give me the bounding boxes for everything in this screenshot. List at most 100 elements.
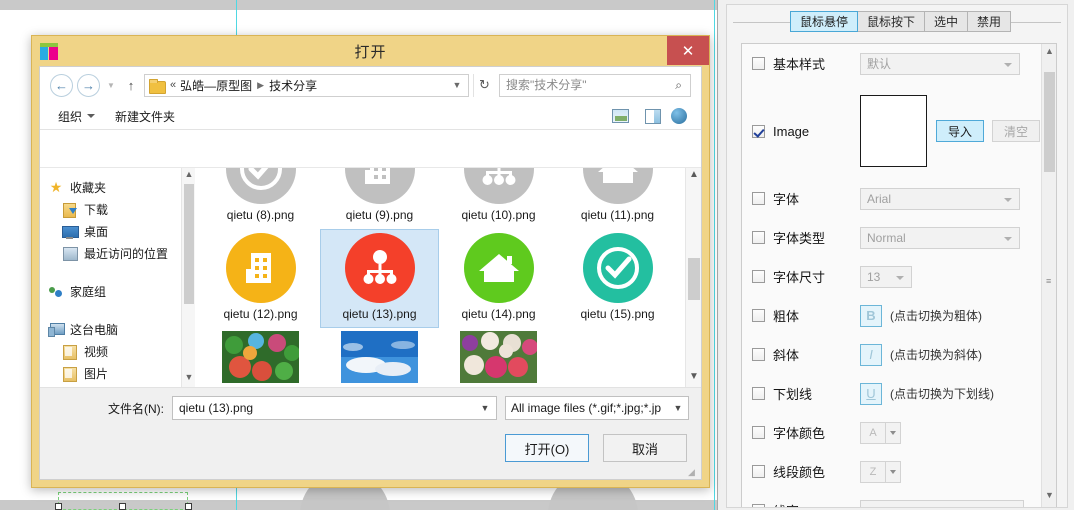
file-item[interactable]: qietu (15).png	[558, 229, 677, 328]
tab-pressed[interactable]: 鼠标按下	[857, 11, 926, 32]
address-dropdown-icon[interactable]: ▼	[448, 80, 466, 90]
property-row-font-size[interactable]: 字体尺寸 13	[742, 257, 1040, 296]
back-button[interactable]: ←	[50, 73, 73, 97]
file-item[interactable]	[320, 328, 439, 387]
scrollbar-thumb[interactable]	[184, 184, 194, 304]
sidebar-item-videos[interactable]: 视频	[46, 340, 195, 362]
organize-menu-button[interactable]: 组织	[48, 108, 105, 125]
checkbox-font-color[interactable]	[752, 426, 765, 439]
scrollbar-thumb[interactable]	[1044, 72, 1055, 172]
filename-input[interactable]: qietu (13).png ▼	[172, 396, 497, 420]
checkbox-line-width[interactable]	[752, 504, 765, 507]
filetype-select[interactable]: All image files (*.gif;*.jpg;*.jp ▼	[505, 396, 689, 420]
underline-toggle-button[interactable]: U	[860, 382, 882, 405]
open-button[interactable]: 打开(O)	[505, 434, 589, 462]
search-input[interactable]	[504, 77, 672, 93]
chevron-down-icon[interactable]: ▼	[670, 403, 686, 413]
checkbox-line-color[interactable]	[752, 465, 765, 478]
font-color-button[interactable]: A	[860, 421, 886, 444]
sidebar-scrollbar[interactable]: ▲ ▼	[181, 168, 195, 387]
checkbox-image[interactable]	[752, 124, 765, 138]
checkbox-underline[interactable]	[752, 387, 765, 400]
file-item[interactable]: qietu (14).png	[439, 229, 558, 328]
change-view-icon[interactable]	[612, 109, 629, 123]
breadcrumb-overflow-icon[interactable]: «	[169, 79, 180, 91]
selection-handle[interactable]	[185, 503, 192, 510]
scroll-up-icon[interactable]: ▲	[182, 169, 195, 183]
select-font-style[interactable]: Normal	[860, 226, 1020, 249]
checkbox-font-style[interactable]	[752, 231, 765, 244]
scroll-down-icon[interactable]: ▼	[182, 372, 195, 386]
new-folder-button[interactable]: 新建文件夹	[105, 108, 185, 125]
file-grid-scrollbar[interactable]: ▲ ▼	[685, 168, 701, 387]
file-item-selected[interactable]: qietu (13).png	[320, 229, 439, 328]
select-base-style[interactable]: 默认	[860, 52, 1020, 75]
vertical-guide[interactable]	[714, 0, 715, 510]
sidebar-item-desktop[interactable]: 桌面	[46, 220, 195, 242]
search-box[interactable]: ⌕	[499, 73, 691, 97]
chevron-down-icon[interactable]: ▼	[476, 403, 494, 413]
selection-handle[interactable]	[119, 503, 126, 510]
refresh-button[interactable]: ↻	[473, 73, 495, 97]
checkbox-font[interactable]	[752, 192, 765, 205]
property-row-font[interactable]: 字体 Arial	[742, 179, 1040, 218]
help-icon[interactable]	[671, 108, 687, 124]
checkbox-bold[interactable]	[752, 309, 765, 322]
address-bar[interactable]: « 弘皓—原型图 ▶ 技术分享 ▼	[144, 73, 469, 97]
checkbox-base-style[interactable]	[752, 57, 765, 70]
search-icon[interactable]: ⌕	[671, 78, 686, 93]
font-color-dropdown[interactable]	[886, 421, 901, 444]
preview-pane-icon[interactable]	[645, 108, 661, 124]
recent-locations-dropdown[interactable]: ▼	[104, 81, 118, 90]
property-row-font-color[interactable]: 字体颜色 A	[742, 413, 1040, 452]
file-item[interactable]: qietu (9).png	[320, 168, 439, 229]
sidebar-item-this-pc[interactable]: 这台电脑	[46, 318, 195, 340]
sidebar-item-homegroup[interactable]: 家庭组	[46, 280, 195, 302]
property-row-font-style[interactable]: 字体类型 Normal	[742, 218, 1040, 257]
sidebar-item-recent[interactable]: 最近访问的位置	[46, 242, 195, 264]
sidebar-item-favorites[interactable]: ★ 收藏夹	[46, 176, 195, 198]
up-button[interactable]: ↑	[122, 78, 140, 93]
selection-handle[interactable]	[55, 503, 62, 510]
cancel-button[interactable]: 取消	[603, 434, 687, 462]
checkbox-font-size[interactable]	[752, 270, 765, 283]
file-item[interactable]	[201, 328, 320, 387]
dialog-title-bar[interactable]: 打开 ✕	[32, 36, 709, 66]
image-preview[interactable]	[860, 95, 927, 167]
file-item[interactable]: qietu (11).png	[558, 168, 677, 229]
line-color-dropdown[interactable]	[886, 460, 901, 483]
select-font[interactable]: Arial	[860, 187, 1020, 210]
file-item[interactable]: qietu (12).png	[201, 229, 320, 328]
file-grid[interactable]: qietu (8).png qietu (9).png qietu (10).p…	[195, 168, 701, 387]
breadcrumb-root[interactable]: 弘皓—原型图	[180, 77, 252, 94]
bold-toggle-button[interactable]: B	[860, 304, 882, 327]
select-font-size[interactable]: 13	[860, 265, 912, 288]
property-row-bold[interactable]: 粗体 B (点击切换为粗体)	[742, 296, 1040, 335]
clear-image-button[interactable]: 清空	[992, 120, 1040, 142]
property-row-italic[interactable]: 斜体 I (点击切换为斜体)	[742, 335, 1040, 374]
checkbox-italic[interactable]	[752, 348, 765, 361]
sidebar-item-pictures[interactable]: 图片	[46, 362, 195, 384]
breadcrumb-current[interactable]: 技术分享	[269, 77, 317, 94]
file-item[interactable]	[439, 328, 558, 387]
file-item[interactable]: qietu (8).png	[201, 168, 320, 229]
file-item[interactable]: qietu (10).png	[439, 168, 558, 229]
property-row-line-width[interactable]: 线宽	[742, 491, 1040, 507]
tab-selected[interactable]: 选中	[924, 11, 969, 32]
scroll-up-icon[interactable]: ▲	[686, 169, 701, 184]
property-row-base-style[interactable]: 基本样式 默认	[742, 44, 1040, 83]
tab-disabled[interactable]: 禁用	[967, 11, 1012, 32]
scroll-down-icon[interactable]: ▼	[1042, 490, 1056, 505]
resize-grip-icon[interactable]: ◢	[688, 467, 698, 477]
tab-hover[interactable]: 鼠标悬停	[790, 11, 859, 32]
select-line-width[interactable]	[860, 499, 1024, 507]
property-row-image[interactable]: Image 导入 清空	[742, 83, 1040, 179]
close-button[interactable]: ✕	[667, 36, 709, 65]
property-row-underline[interactable]: 下划线 U (点击切换为下划线)	[742, 374, 1040, 413]
italic-toggle-button[interactable]: I	[860, 343, 882, 366]
properties-scrollbar[interactable]: ▲ ≡ ▼	[1041, 44, 1056, 507]
scrollbar-thumb[interactable]	[688, 258, 700, 300]
scroll-down-icon[interactable]: ▼	[686, 371, 701, 386]
line-color-button[interactable]: Z	[860, 460, 886, 483]
scroll-up-icon[interactable]: ▲	[1042, 46, 1056, 61]
